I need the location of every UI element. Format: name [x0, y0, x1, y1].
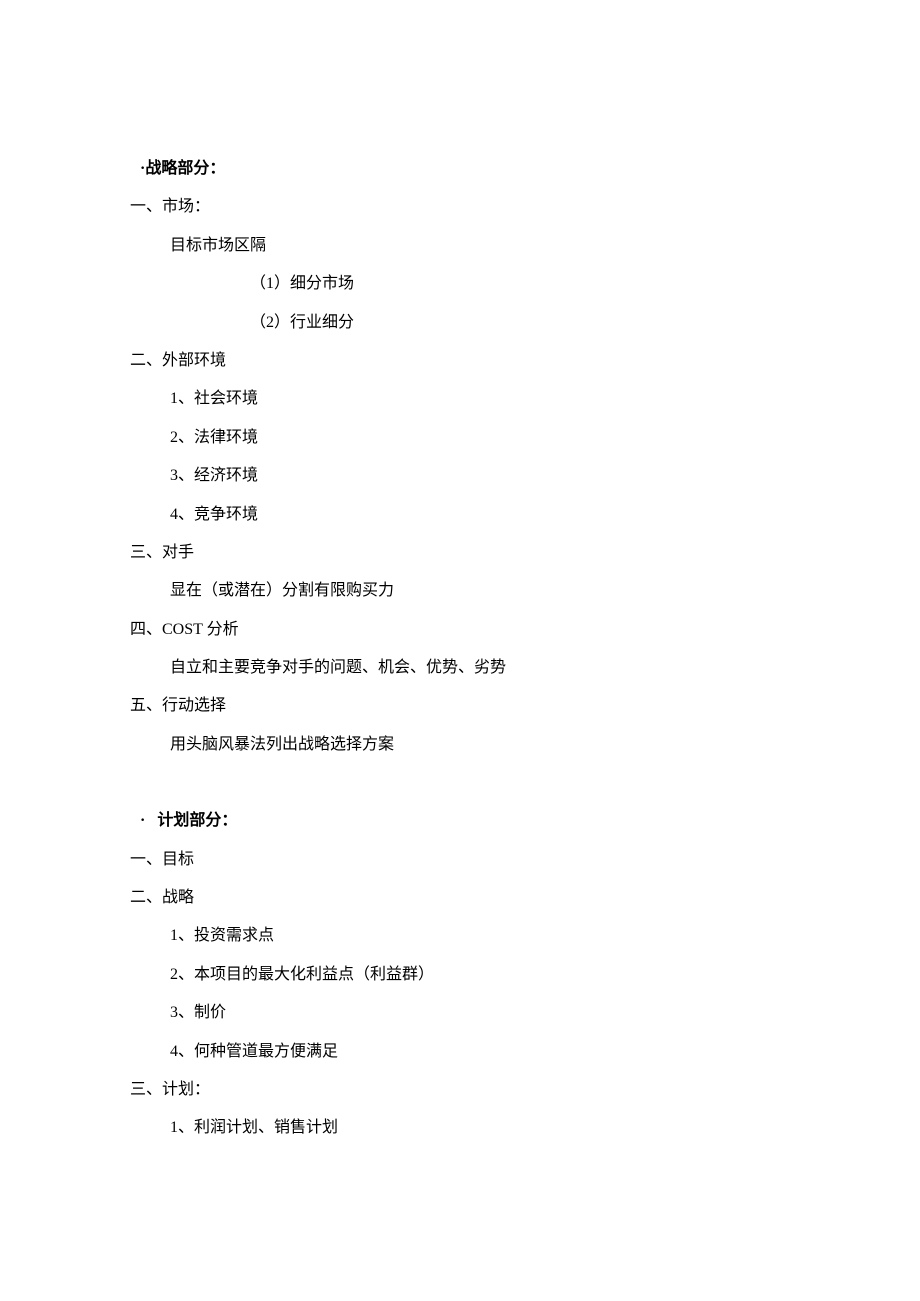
outline-item: 自立和主要竞争对手的问题、机会、优势、劣势: [170, 649, 790, 687]
bullet-icon: ·: [140, 812, 145, 829]
section-spacer: [130, 764, 790, 802]
outline-item: 一、市场：: [130, 188, 790, 226]
outline-item: 3、制价: [170, 994, 790, 1032]
outline-item: 目标市场区隔: [170, 227, 790, 265]
outline-item: 五、行动选择: [130, 687, 790, 725]
outline-item: 3、经济环境: [170, 457, 790, 495]
outline-item: 四、COST 分析: [130, 611, 790, 649]
outline-item: 1、利润计划、销售计划: [170, 1109, 790, 1147]
outline-item: 4、何种管道最方便满足: [170, 1033, 790, 1071]
section-2-header: · 计划部分：: [140, 802, 790, 840]
outline-item: 三、对手: [130, 534, 790, 572]
outline-item: 1、投资需求点: [170, 917, 790, 955]
outline-item: 二、战略: [130, 879, 790, 917]
outline-item: 二、外部环境: [130, 342, 790, 380]
outline-item: （1）细分市场: [250, 265, 790, 303]
outline-item: 三、计划：: [130, 1071, 790, 1109]
outline-item: 显在（或潜在）分割有限购买力: [170, 572, 790, 610]
section-1-header: ·战略部分：: [140, 150, 790, 188]
outline-item: 4、竞争环境: [170, 496, 790, 534]
outline-item: 1、社会环境: [170, 380, 790, 418]
section-1-title: 战略部分：: [145, 160, 225, 177]
outline-item: 用头脑风暴法列出战略选择方案: [170, 726, 790, 764]
outline-item: （2）行业细分: [250, 304, 790, 342]
outline-item: 2、本项目的最大化利益点（利益群）: [170, 956, 790, 994]
outline-item: 一、目标: [130, 841, 790, 879]
section-2-title: 计划部分：: [157, 812, 237, 829]
outline-item: 2、法律环境: [170, 419, 790, 457]
